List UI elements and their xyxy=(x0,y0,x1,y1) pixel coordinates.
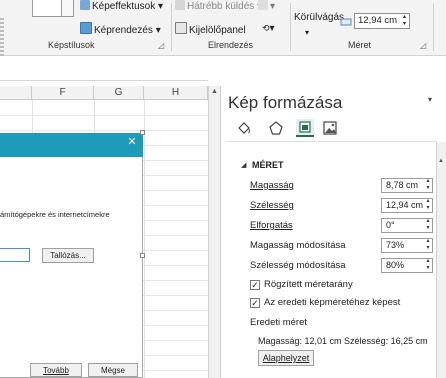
image-effects-button[interactable]: Képeffektusok ▾ xyxy=(80,0,163,13)
relative-original-checkbox[interactable]: ✓ xyxy=(250,298,260,308)
crop-dropdown-arrow[interactable]: ▾ xyxy=(305,27,309,39)
fill-line-tab-icon[interactable] xyxy=(236,120,252,136)
align-button[interactable]: ▾ xyxy=(258,0,275,13)
size-dialog-launcher[interactable]: ◿ xyxy=(420,41,426,50)
formula-bar[interactable] xyxy=(0,57,208,81)
send-backward-button[interactable]: Hátrébb küldés ▾ xyxy=(175,0,262,13)
group-label-styles: Képstílusok xyxy=(48,40,95,50)
ribbon-separator xyxy=(433,3,434,51)
rotate-icon: ⟲ xyxy=(262,23,270,33)
picture-tab-icon[interactable] xyxy=(322,120,338,136)
styles-dialog-launcher[interactable]: ◿ xyxy=(158,41,164,50)
rotation-label: Elforgatás xyxy=(250,220,293,231)
grid-line xyxy=(0,115,208,116)
picture-styles-gallery[interactable] xyxy=(32,0,62,17)
original-size-text: Magasság: 12,01 cm Szélesség: 16,25 cm xyxy=(258,336,428,346)
scroll-up-icon[interactable]: ▲ xyxy=(210,88,219,96)
reset-button[interactable]: Alaphelyzet xyxy=(258,350,314,366)
section-collapse-icon[interactable]: ◢ xyxy=(241,160,246,172)
cancel-button[interactable]: Mégse xyxy=(88,363,138,377)
scale-width-label: Szélesség módosítása xyxy=(250,260,346,271)
ribbon-separator xyxy=(290,3,291,51)
dialog-text: ámítógépekre és internetcímekre xyxy=(0,210,110,219)
height-spinner[interactable]: ▴ ▾ xyxy=(423,178,433,193)
image-layout-icon xyxy=(80,22,92,34)
group-label-size: Méret xyxy=(348,40,372,50)
group-label-arrange: Elrendezés xyxy=(208,40,254,50)
width-spinner[interactable]: ▴ ▾ xyxy=(400,14,409,28)
pane-divider xyxy=(226,141,436,142)
ribbon-separator xyxy=(171,3,172,51)
effects-tab-icon[interactable] xyxy=(268,120,284,136)
rotation-spinner[interactable]: ▴ ▾ xyxy=(423,218,433,233)
image-effects-icon xyxy=(80,0,90,10)
grid-line xyxy=(144,100,145,378)
shape-height-icon xyxy=(340,14,352,26)
pane-title: Kép formázása xyxy=(228,93,343,112)
close-icon[interactable]: ✕ xyxy=(126,136,138,148)
dialog-titlebar xyxy=(0,133,143,157)
gallery-more-button[interactable] xyxy=(62,0,74,17)
column-header-h[interactable]: H xyxy=(144,86,208,100)
image-layout-button[interactable]: Képrendezés ▾ xyxy=(80,22,161,37)
width-spinner-pane[interactable]: ▴ ▾ xyxy=(423,198,433,213)
address-input[interactable] xyxy=(0,248,30,262)
selection-pane-button[interactable]: Kijelölőpanel xyxy=(175,22,246,37)
column-header[interactable] xyxy=(0,86,32,100)
scale-height-label: Magasság módosítása xyxy=(250,240,346,251)
lock-aspect-checkbox[interactable]: ✓ xyxy=(250,280,260,290)
original-size-heading: Eredeti méret xyxy=(250,317,308,328)
width-label: Szélesség xyxy=(250,200,294,211)
grid-line xyxy=(0,130,208,131)
browse-button[interactable]: Tallózás... xyxy=(42,248,94,263)
crop-button[interactable]: Körülvágás xyxy=(294,12,344,24)
lock-aspect-label: Rögzített méretarány xyxy=(264,279,353,290)
send-backward-icon xyxy=(175,0,185,10)
pane-scrollbar[interactable] xyxy=(436,142,446,378)
pane-scroll-up-icon[interactable]: ▲ xyxy=(437,158,445,165)
selection-pane-icon xyxy=(175,22,187,34)
section-header-size[interactable]: MÉRET xyxy=(252,159,284,171)
scale-width-spinner[interactable]: ▴ ▾ xyxy=(423,258,433,273)
pane-options-icon[interactable]: ▾ xyxy=(428,95,432,104)
resize-handle[interactable] xyxy=(140,130,145,135)
next-button[interactable]: Tovább xyxy=(30,363,82,377)
vertical-scrollbar[interactable] xyxy=(208,86,221,378)
rotate-button[interactable]: ⟲▾ xyxy=(262,22,275,35)
size-properties-tab-icon[interactable] xyxy=(296,119,314,137)
scale-height-spinner[interactable]: ▴ ▾ xyxy=(423,238,433,253)
resize-handle[interactable] xyxy=(140,253,145,258)
height-label: Magasság xyxy=(250,180,294,191)
relative-original-label: Az eredeti képméretéhez képest xyxy=(264,297,401,308)
column-header-f[interactable]: F xyxy=(32,86,94,100)
align-icon xyxy=(258,0,268,10)
column-header-g[interactable]: G xyxy=(94,86,144,100)
